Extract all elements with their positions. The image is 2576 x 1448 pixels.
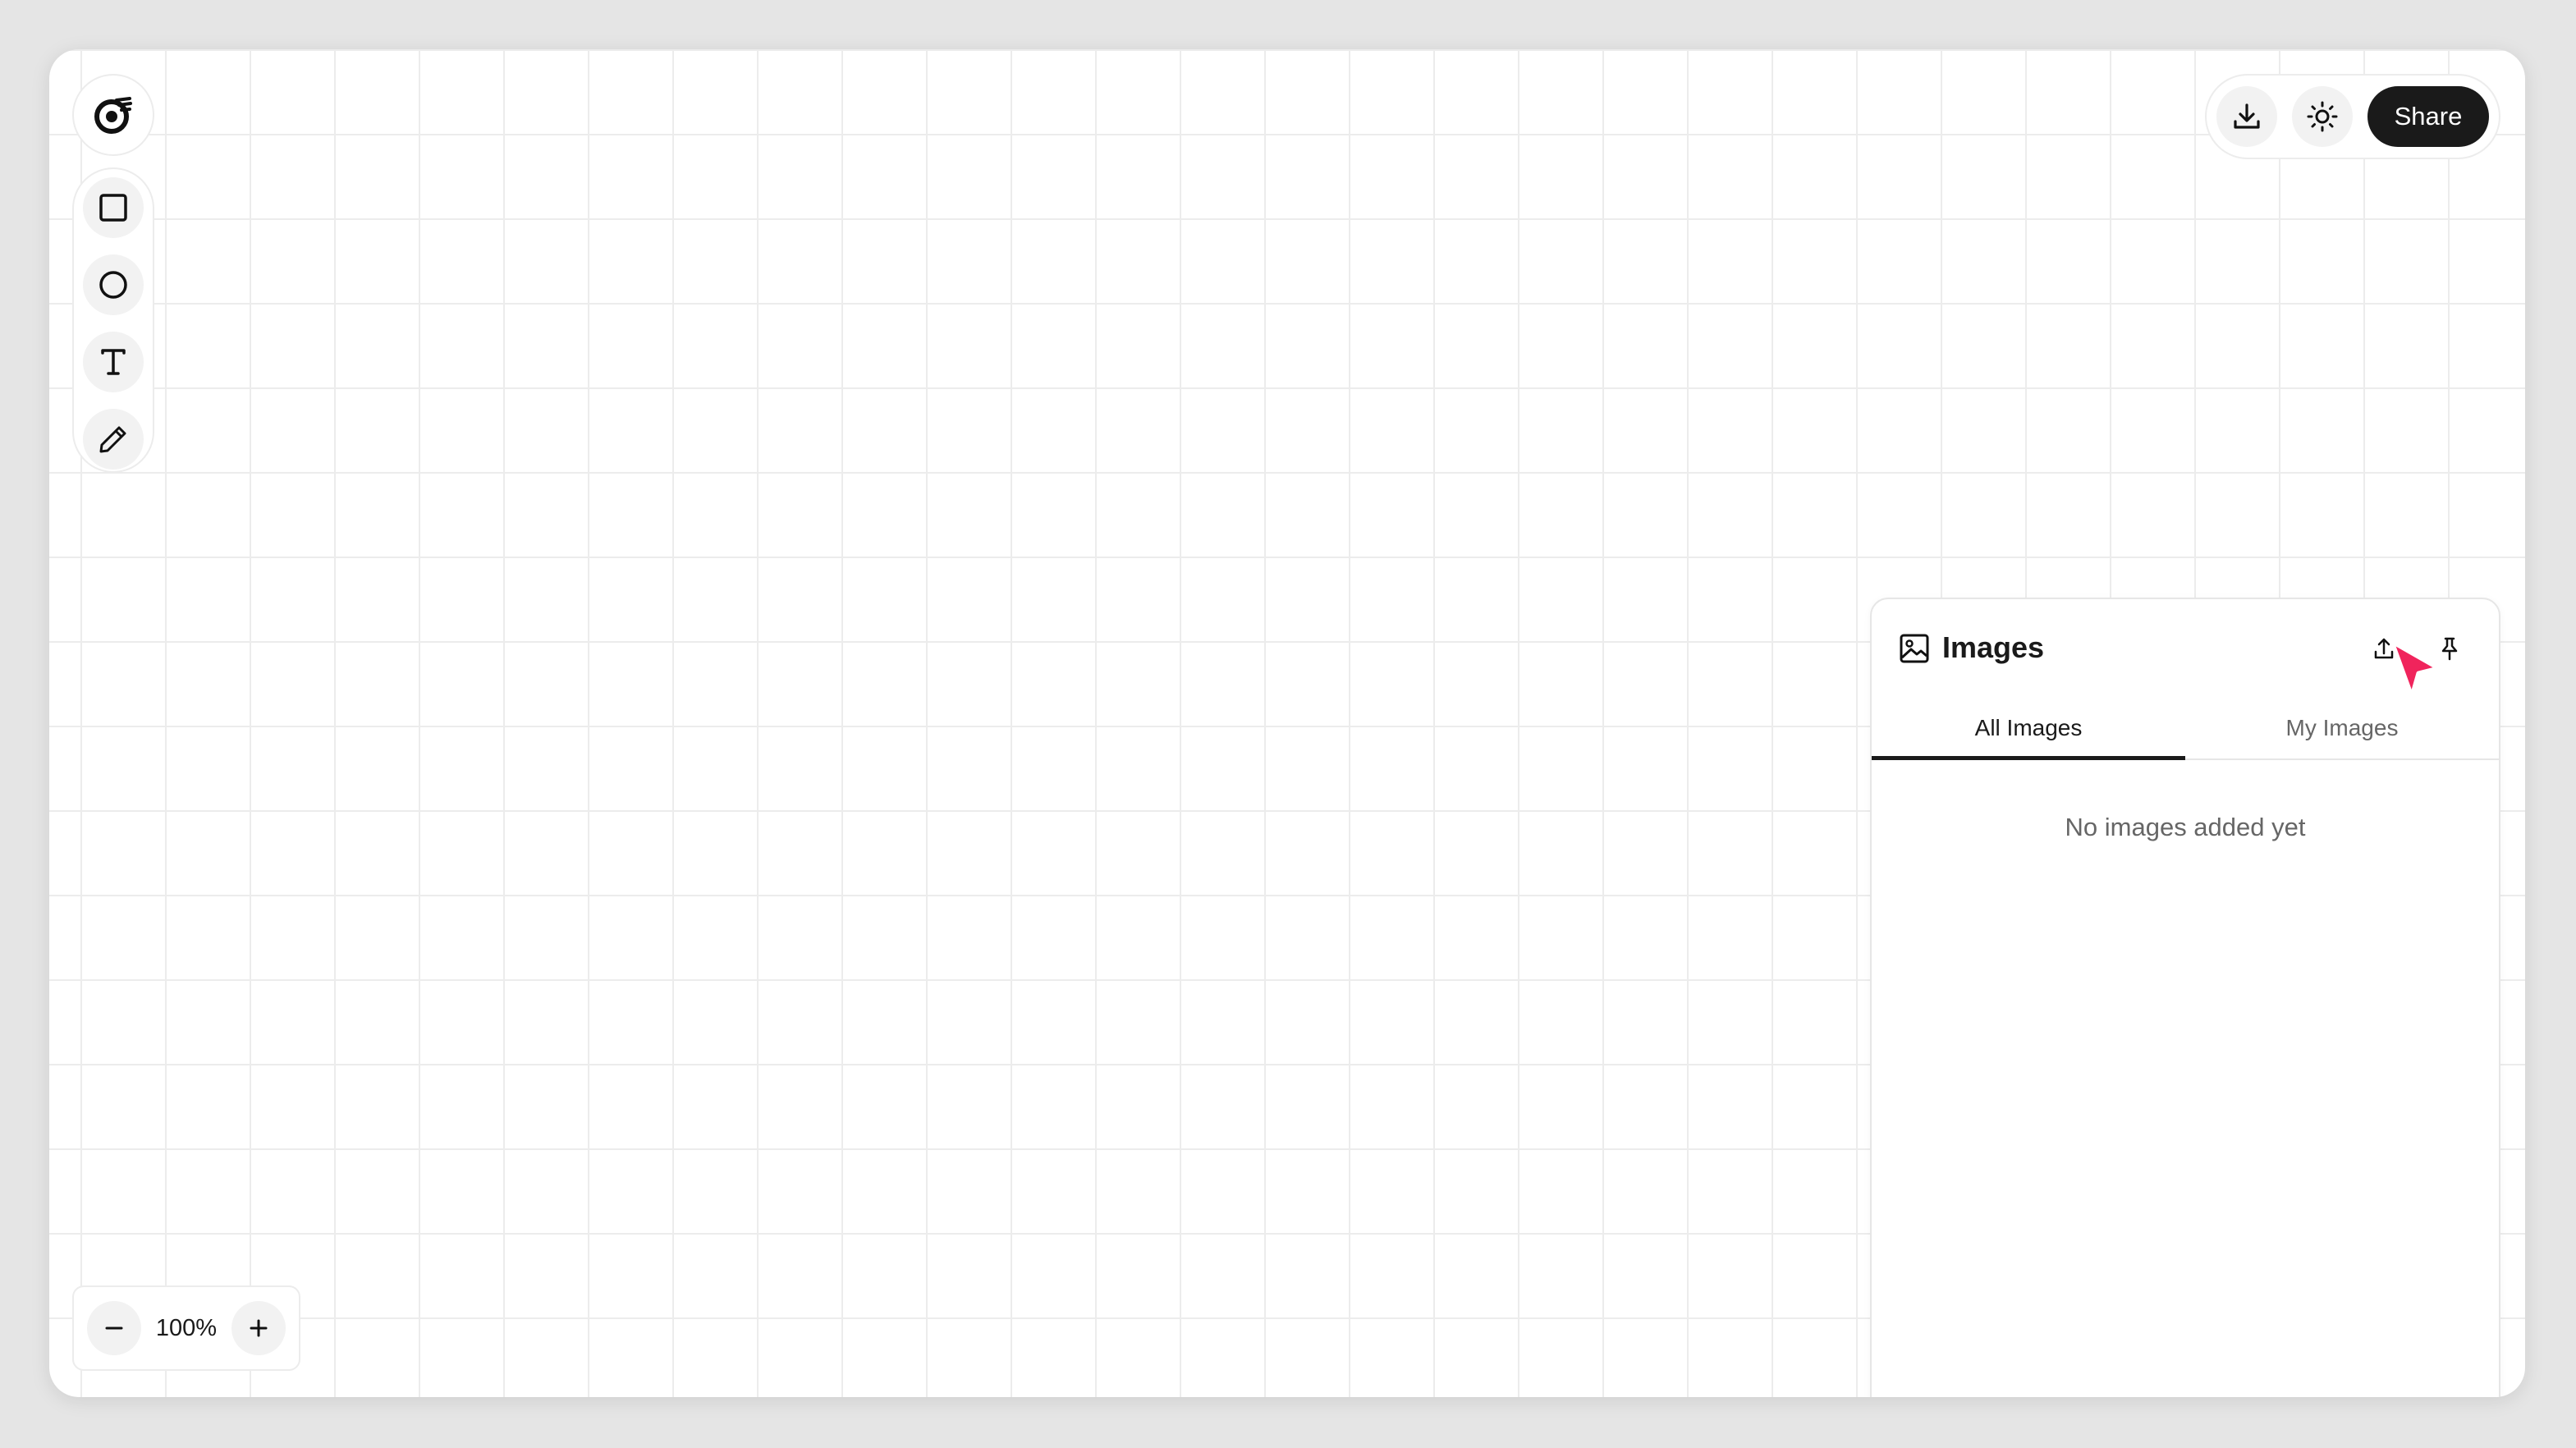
text-tool-button[interactable] bbox=[83, 332, 144, 392]
download-button[interactable] bbox=[2216, 86, 2277, 147]
images-tabs: All Images My Images bbox=[1872, 698, 2499, 760]
square-icon bbox=[99, 194, 127, 222]
sun-icon bbox=[2307, 101, 2338, 132]
images-panel: Images All Images My Images No images ad… bbox=[1870, 598, 2500, 1397]
left-toolbar bbox=[72, 167, 154, 473]
pencil-icon bbox=[99, 426, 126, 453]
upload-icon bbox=[2374, 638, 2394, 659]
zoom-out-button[interactable] bbox=[87, 1301, 141, 1355]
tab-my-images[interactable]: My Images bbox=[2185, 698, 2499, 758]
pen-tool-button[interactable] bbox=[83, 409, 144, 470]
zoom-level: 100% bbox=[155, 1314, 218, 1341]
canvas-window[interactable]: Share 100% Images All Images My Images N… bbox=[49, 49, 2525, 1397]
pin-panel-button[interactable] bbox=[2433, 632, 2466, 665]
circle-tool-button[interactable] bbox=[83, 254, 144, 315]
pin-icon bbox=[2441, 637, 2458, 661]
theme-toggle-button[interactable] bbox=[2292, 86, 2353, 147]
images-panel-header: Images bbox=[1872, 599, 2499, 698]
tab-all-images[interactable]: All Images bbox=[1872, 698, 2185, 760]
empty-state-message: No images added yet bbox=[2065, 813, 2306, 841]
share-button[interactable]: Share bbox=[2367, 86, 2489, 147]
logo-icon bbox=[94, 97, 132, 134]
top-right-actions: Share bbox=[2205, 74, 2500, 159]
images-panel-title: Images bbox=[1942, 630, 2045, 664]
plus-icon bbox=[250, 1319, 268, 1337]
text-icon bbox=[101, 349, 126, 375]
square-tool-button[interactable] bbox=[83, 177, 144, 238]
upload-image-button[interactable] bbox=[2367, 632, 2400, 665]
image-icon bbox=[1900, 634, 1929, 663]
zoom-in-button[interactable] bbox=[231, 1301, 286, 1355]
zoom-controls: 100% bbox=[72, 1285, 300, 1371]
app-logo[interactable] bbox=[72, 74, 154, 156]
circle-icon bbox=[99, 271, 127, 299]
minus-icon bbox=[105, 1327, 123, 1330]
download-icon bbox=[2234, 103, 2260, 129]
